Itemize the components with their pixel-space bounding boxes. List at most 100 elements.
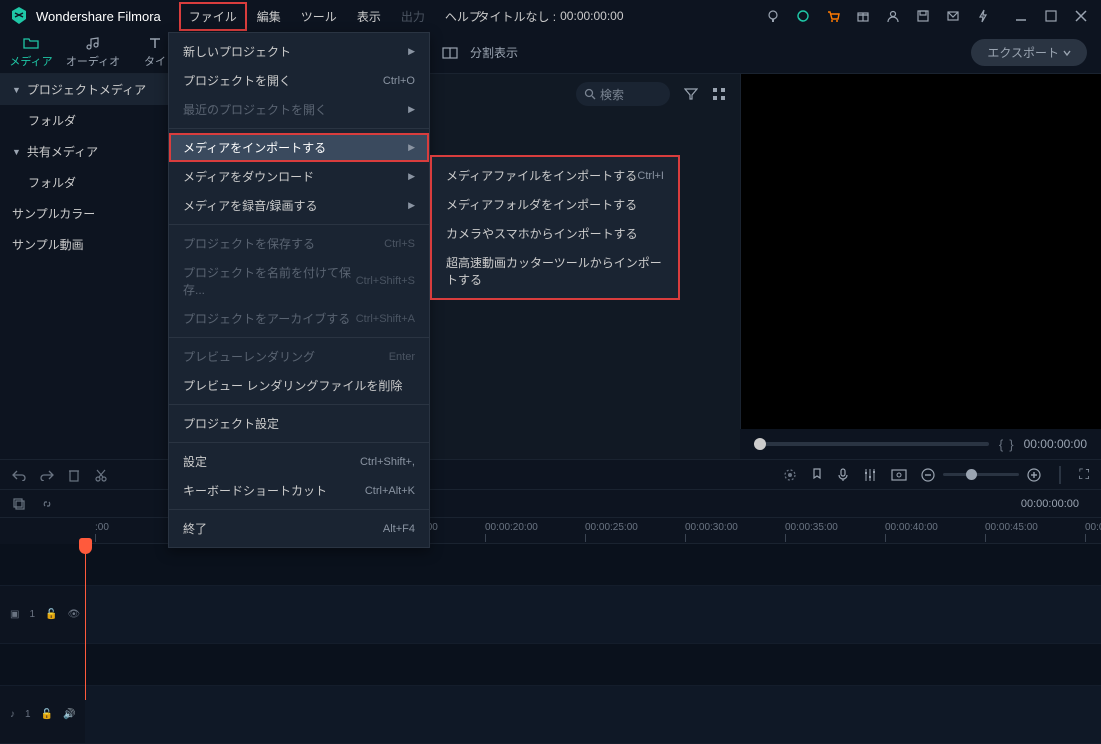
preview-progress-slider[interactable] xyxy=(754,442,989,446)
search-input[interactable]: 検索 xyxy=(576,82,670,106)
track-number: 1 xyxy=(29,609,35,620)
menu-save-as[interactable]: プロジェクトを名前を付けて保存...Ctrl+Shift+S xyxy=(169,258,429,304)
ruler-tick: 00:00:35:00 xyxy=(785,522,838,533)
playhead-knob-icon xyxy=(79,538,92,554)
filter-icon[interactable] xyxy=(684,87,698,101)
render-icon[interactable] xyxy=(783,468,797,482)
ruler-tick: 00:00:45:00 xyxy=(985,522,1038,533)
window-close-icon[interactable] xyxy=(1075,10,1087,22)
adjust-icon[interactable] xyxy=(891,469,907,481)
menu-edit[interactable]: 編集 xyxy=(247,2,291,31)
import-media-submenu: メディアファイルをインポートするCtrl+I メディアフォルダをインポートする … xyxy=(430,155,680,300)
lightning-icon[interactable] xyxy=(975,8,991,24)
link-icon[interactable] xyxy=(40,497,54,511)
delete-icon[interactable] xyxy=(68,468,80,482)
grid-view-icon[interactable] xyxy=(712,87,726,101)
save-icon[interactable] xyxy=(915,8,931,24)
video-track-head: ▣ 1 🔓 👁 xyxy=(0,609,85,620)
menu-project-settings[interactable]: プロジェクト設定 xyxy=(169,409,429,438)
menu-delete-preview-render[interactable]: プレビュー レンダリングファイルを削除 xyxy=(169,371,429,400)
submenu-import-device[interactable]: カメラやスマホからインポートする xyxy=(432,219,678,248)
menu-view[interactable]: 表示 xyxy=(347,2,391,31)
gift-icon[interactable] xyxy=(855,8,871,24)
video-track-icon: ▣ xyxy=(10,609,19,620)
menu-import-media[interactable]: メディアをインポートする▶ xyxy=(169,133,429,162)
lock-icon[interactable]: 🔓 xyxy=(41,709,53,720)
zoom-slider[interactable] xyxy=(943,473,1019,476)
timeline-toolbar: ⛶ xyxy=(0,460,1101,490)
menu-open-project[interactable]: プロジェクトを開くCtrl+O xyxy=(169,66,429,95)
redo-icon[interactable] xyxy=(40,469,54,481)
playhead[interactable] xyxy=(85,548,86,700)
view-switch: 分割表示 xyxy=(430,32,518,73)
search-placeholder: 検索 xyxy=(600,86,624,103)
tab-audio[interactable]: オーディオ xyxy=(62,32,124,73)
tab-media[interactable]: メディア xyxy=(0,32,62,73)
submenu-import-files[interactable]: メディアファイルをインポートするCtrl+I xyxy=(432,161,678,190)
mail-icon[interactable] xyxy=(945,8,961,24)
audio-track[interactable]: ♪ 1 🔓 🔊 xyxy=(0,686,1101,744)
sidebar-item-label: フォルダ xyxy=(28,112,76,129)
ruler-tick: 00:00 xyxy=(1085,522,1101,533)
audio-track-body[interactable] xyxy=(85,686,1101,743)
menu-separator xyxy=(169,128,429,129)
slider-knob-icon xyxy=(966,469,977,480)
timeline-current-timecode: 00:00:00:00 xyxy=(1021,498,1079,510)
submenu-arrow-icon: ▶ xyxy=(408,171,415,182)
submenu-arrow-icon: ▶ xyxy=(408,200,415,211)
file-menu-dropdown: 新しいプロジェクト▶ プロジェクトを開くCtrl+O 最近のプロジェクトを開く▶… xyxy=(168,32,430,548)
menu-file[interactable]: ファイル xyxy=(179,2,247,31)
ruler-tick: 00:00:40:00 xyxy=(885,522,938,533)
speaker-icon[interactable]: 🔊 xyxy=(63,709,75,720)
menu-separator xyxy=(169,224,429,225)
menu-record-media[interactable]: メディアを録音/録画する▶ xyxy=(169,191,429,220)
undo-icon[interactable] xyxy=(12,469,26,481)
eye-icon[interactable]: 👁 xyxy=(67,609,80,620)
window-minimize-icon[interactable] xyxy=(1015,10,1027,22)
menu-keyboard-shortcuts[interactable]: キーボードショートカットCtrl+Alt+K xyxy=(169,476,429,505)
menu-tools[interactable]: ツール xyxy=(291,2,347,31)
menu-exit[interactable]: 終了Alt+F4 xyxy=(169,514,429,543)
sidebar-item-label: 共有メディア xyxy=(27,143,98,160)
support-icon[interactable] xyxy=(795,8,811,24)
menu-download-media[interactable]: メディアをダウンロード▶ xyxy=(169,162,429,191)
menu-output[interactable]: 出力 xyxy=(391,2,435,31)
lock-icon[interactable]: 🔓 xyxy=(45,609,57,620)
text-icon xyxy=(147,36,163,50)
divider xyxy=(1059,466,1061,484)
menu-recent-projects[interactable]: 最近のプロジェクトを開く▶ xyxy=(169,95,429,124)
titlebar: Wondershare Filmora ファイル 編集 ツール 表示 出力 ヘル… xyxy=(0,0,1101,32)
export-button[interactable]: エクスポート xyxy=(971,39,1087,66)
chevron-down-icon xyxy=(1063,49,1071,57)
ruler-tick: 00:00:20:00 xyxy=(485,522,538,533)
submenu-import-cutter[interactable]: 超高速動画カッターツールからインポートする xyxy=(432,248,678,294)
preview-timecode: 00:00:00:00 xyxy=(1024,437,1087,451)
export-button-label: エクスポート xyxy=(987,44,1059,61)
zoom-in-icon[interactable] xyxy=(1027,468,1041,482)
tab-title-label: タイ xyxy=(144,53,166,69)
tips-icon[interactable] xyxy=(765,8,781,24)
mic-icon[interactable] xyxy=(837,468,849,482)
marker-icon[interactable] xyxy=(811,468,823,482)
menu-save-project[interactable]: プロジェクトを保存するCtrl+S xyxy=(169,229,429,258)
submenu-import-folder[interactable]: メディアフォルダをインポートする xyxy=(432,190,678,219)
split-view-icon[interactable] xyxy=(442,47,458,59)
fit-icon[interactable]: ⛶ xyxy=(1079,466,1089,483)
menu-archive[interactable]: プロジェクトをアーカイブするCtrl+Shift+A xyxy=(169,304,429,333)
video-track-body[interactable] xyxy=(85,586,1101,643)
app-logo-icon xyxy=(10,7,28,25)
user-icon[interactable] xyxy=(885,8,901,24)
copy-icon[interactable] xyxy=(12,497,26,511)
menu-separator xyxy=(169,442,429,443)
window-maximize-icon[interactable] xyxy=(1045,10,1057,22)
cart-icon[interactable] xyxy=(825,8,841,24)
zoom-out-icon[interactable] xyxy=(921,468,935,482)
menu-preview-render[interactable]: プレビューレンダリングEnter xyxy=(169,342,429,371)
cut-icon[interactable] xyxy=(94,468,108,482)
timeline-spacer xyxy=(0,644,1101,686)
menu-new-project[interactable]: 新しいプロジェクト▶ xyxy=(169,37,429,66)
mixer-icon[interactable] xyxy=(863,468,877,482)
menu-preferences[interactable]: 設定Ctrl+Shift+, xyxy=(169,447,429,476)
split-view-label[interactable]: 分割表示 xyxy=(470,44,518,61)
video-track[interactable]: ▣ 1 🔓 👁 xyxy=(0,586,1101,644)
